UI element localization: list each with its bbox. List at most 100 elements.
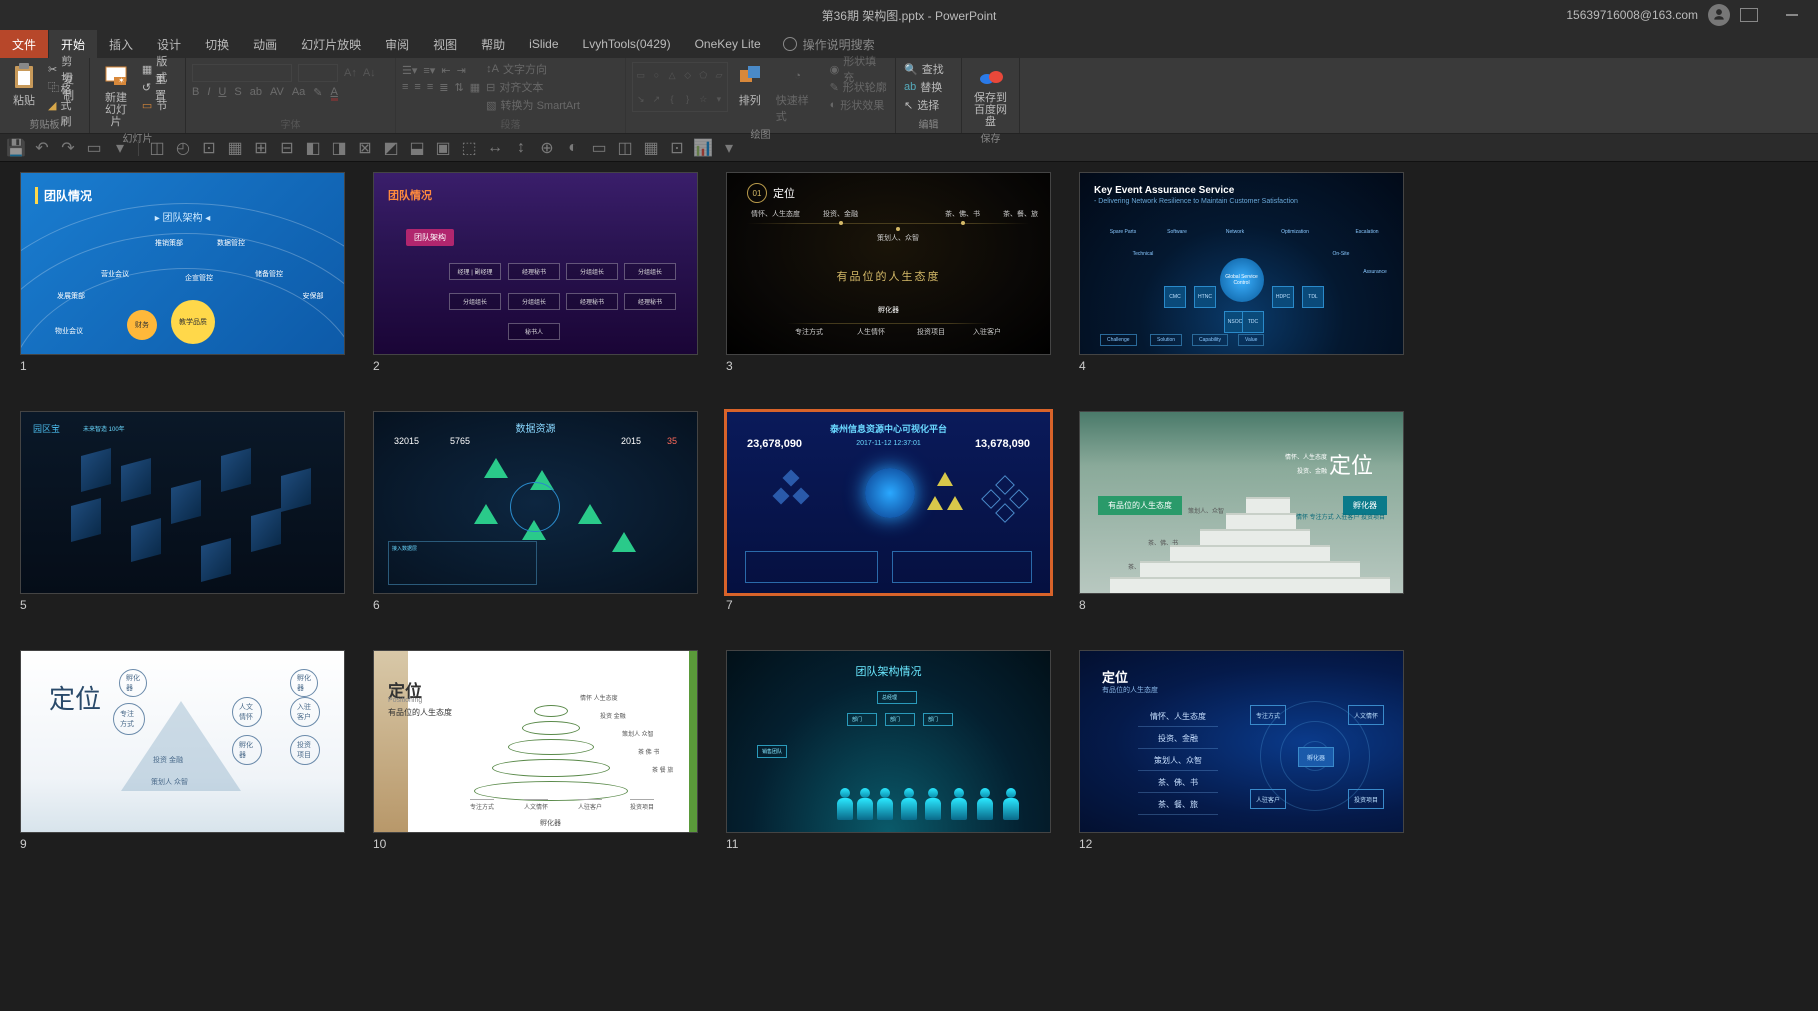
smartart-button[interactable]: ▧转换为 SmartArt: [484, 96, 582, 114]
undo-icon[interactable]: ↶: [34, 140, 50, 156]
slide-thumbnail-7[interactable]: 泰州信息资源中心可视化平台 23,678,090 13,678,090 2017…: [726, 411, 1051, 594]
qat-btn-1[interactable]: ◫: [149, 140, 165, 156]
customize-qat-icon[interactable]: ▾: [112, 140, 128, 156]
line-spacing-button[interactable]: ⇅: [454, 81, 463, 94]
slide-thumbnail-9[interactable]: 定位 孵化器 专注方式 孵化器 人文情怀 入驻客户 孵化器 投资项目 投资 金融…: [20, 650, 345, 833]
minimize-button[interactable]: [1786, 14, 1798, 16]
restore-window-button[interactable]: [1740, 8, 1758, 22]
slide-thumbnail-2[interactable]: 团队情况 团队架构 经理 | 副经理 经理秘书 分组组长 分组组长 分组组长 分…: [373, 172, 698, 355]
align-center-button[interactable]: ≡: [414, 81, 420, 94]
qat-btn-21[interactable]: ⊡: [669, 140, 685, 156]
qat-btn-19[interactable]: ◫: [617, 140, 633, 156]
format-painter-button[interactable]: ◢格式刷: [46, 96, 83, 114]
review-tab[interactable]: 审阅: [373, 30, 421, 58]
onekey-tab[interactable]: OneKey Lite: [683, 30, 773, 58]
slide-thumbnail-1[interactable]: 团队情况 ▸ 团队架构 ◂ 教学品质 财务 物业会议 营业会议 发展策部 推销策…: [20, 172, 345, 355]
paste-button[interactable]: 粘贴: [6, 60, 42, 110]
text-direction-button[interactable]: ↕A文字方向: [484, 60, 582, 78]
qat-btn-12[interactable]: ▣: [435, 140, 451, 156]
indent-right-button[interactable]: ⇥: [457, 64, 466, 77]
font-size-combo[interactable]: [298, 64, 338, 82]
slide-thumbnail-8[interactable]: 定位 情怀、人生态度 投资、金融 策划人、众智 茶、佛、书 茶、餐、旅 有品位的…: [1079, 411, 1404, 594]
numbering-button[interactable]: ≡▾: [423, 64, 435, 77]
file-tab[interactable]: 文件: [0, 30, 48, 58]
qat-btn-6[interactable]: ⊟: [279, 140, 295, 156]
strike-button[interactable]: S: [234, 86, 241, 99]
columns-button[interactable]: ▦: [470, 81, 480, 94]
align-right-button[interactable]: ≡: [427, 81, 433, 94]
qat-btn-23[interactable]: ▾: [721, 140, 737, 156]
shape-effects-button[interactable]: ◐形状效果: [828, 96, 889, 114]
arrange-button[interactable]: 排列: [732, 60, 768, 110]
qat-btn-10[interactable]: ◩: [383, 140, 399, 156]
section-button[interactable]: ▭节: [140, 96, 179, 114]
slideshow-tab[interactable]: 幻灯片放映: [289, 30, 373, 58]
quick-styles-button[interactable]: ◔ 快速样式: [772, 60, 824, 126]
slide-thumbnail-4[interactable]: Key Event Assurance Service - Delivering…: [1079, 172, 1404, 355]
reset-button[interactable]: ↺重置: [140, 78, 179, 96]
align-text-button[interactable]: ⊟对齐文本: [484, 78, 582, 96]
font-color-button[interactable]: A: [331, 86, 338, 99]
slide-thumbnail-10[interactable]: 定位 Positioning 有品位的人生态度 专注方式 人文情怀 人驻客户 投…: [373, 650, 698, 833]
align-left-button[interactable]: ≡: [402, 81, 408, 94]
select-button[interactable]: ↖选择: [902, 96, 946, 114]
slide-thumbnail-5[interactable]: 园区宝 未来智造 100年: [20, 411, 345, 594]
italic-button[interactable]: I: [207, 86, 210, 99]
case-button[interactable]: Aa: [292, 86, 305, 99]
cursor-icon: ↖: [904, 99, 913, 112]
qat-btn-8[interactable]: ◨: [331, 140, 347, 156]
qat-btn-15[interactable]: ↕: [513, 140, 529, 156]
qat-btn-2[interactable]: ◴: [175, 140, 191, 156]
increase-font-icon[interactable]: A↑: [344, 67, 357, 79]
save-icon[interactable]: 💾: [8, 140, 24, 156]
qat-btn-20[interactable]: ▦: [643, 140, 659, 156]
start-slideshow-icon[interactable]: ▭: [86, 140, 102, 156]
insert-tab[interactable]: 插入: [97, 30, 145, 58]
title-bar: 第36期 架构图.pptx - PowerPoint 15639716008@1…: [0, 0, 1818, 30]
islide-tab[interactable]: iSlide: [517, 30, 570, 58]
qat-btn-22[interactable]: 📊: [695, 140, 711, 156]
save-baidu-button[interactable]: 保存到 百度网盘: [968, 60, 1013, 130]
qat-btn-7[interactable]: ◧: [305, 140, 321, 156]
slide-thumbnail-3[interactable]: 01定位 情怀、人生态度 投资、金融 策划人、众智 茶、佛、书 茶、餐、旅 有品…: [726, 172, 1051, 355]
decrease-font-icon[interactable]: A↓: [363, 67, 376, 79]
spacing-button[interactable]: AV: [270, 86, 284, 99]
qat-btn-17[interactable]: ◐: [565, 140, 581, 156]
shapes-gallery[interactable]: ▭○△◇⬠▱ ↘↗{}☆▾: [632, 62, 728, 112]
font-family-combo[interactable]: [192, 64, 292, 82]
redo-icon[interactable]: ↷: [60, 140, 76, 156]
bullets-button[interactable]: ☰▾: [402, 64, 417, 77]
qat-btn-18[interactable]: ▭: [591, 140, 607, 156]
file-name: 第36期 架构图.pptx: [822, 9, 925, 23]
justify-button[interactable]: ≣: [439, 81, 448, 94]
paragraph-group-label: 段落: [402, 116, 619, 133]
user-avatar-icon[interactable]: [1708, 4, 1730, 26]
view-tab[interactable]: 视图: [421, 30, 469, 58]
save-group-label: 保存: [968, 130, 1013, 147]
underline-button[interactable]: U: [218, 86, 226, 99]
lvyhtools-tab[interactable]: LvyhTools(0429): [571, 30, 683, 58]
qat-btn-11[interactable]: ⬓: [409, 140, 425, 156]
qat-btn-5[interactable]: ⊞: [253, 140, 269, 156]
shape-outline-button[interactable]: ✎形状轮廓: [828, 78, 889, 96]
highlight-button[interactable]: ✎: [313, 86, 322, 99]
slide-thumbnail-6[interactable]: 数据资源 32015 5765 2015 35 接入数据层: [373, 411, 698, 594]
qat-btn-14[interactable]: ↔: [487, 140, 503, 156]
qat-btn-3[interactable]: ⊡: [201, 140, 217, 156]
replace-button[interactable]: ab替换: [902, 78, 946, 96]
indent-left-button[interactable]: ⇤: [441, 64, 450, 77]
qat-btn-13[interactable]: ⬚: [461, 140, 477, 156]
shadow-button[interactable]: ab: [250, 86, 262, 99]
new-slide-button[interactable]: ✶ 新建 幻灯片: [96, 60, 136, 130]
slide-thumbnail-12[interactable]: 定位 有品位的人生态度 情怀、人生态度 投资、金融 策划人、众智 茶、佛、书 茶…: [1079, 650, 1404, 833]
qat-btn-9[interactable]: ⊠: [357, 140, 373, 156]
transition-tab[interactable]: 切换: [193, 30, 241, 58]
find-button[interactable]: 🔍查找: [902, 60, 946, 78]
bold-button[interactable]: B: [192, 86, 199, 99]
slide-thumbnail-11[interactable]: 团队架构情况 总经理 部门 部门 部门 销售团队: [726, 650, 1051, 833]
animation-tab[interactable]: 动画: [241, 30, 289, 58]
help-tab[interactable]: 帮助: [469, 30, 517, 58]
qat-btn-16[interactable]: ⊕: [539, 140, 555, 156]
shape-fill-button[interactable]: ◉形状填充: [828, 60, 889, 78]
qat-btn-4[interactable]: ▦: [227, 140, 243, 156]
